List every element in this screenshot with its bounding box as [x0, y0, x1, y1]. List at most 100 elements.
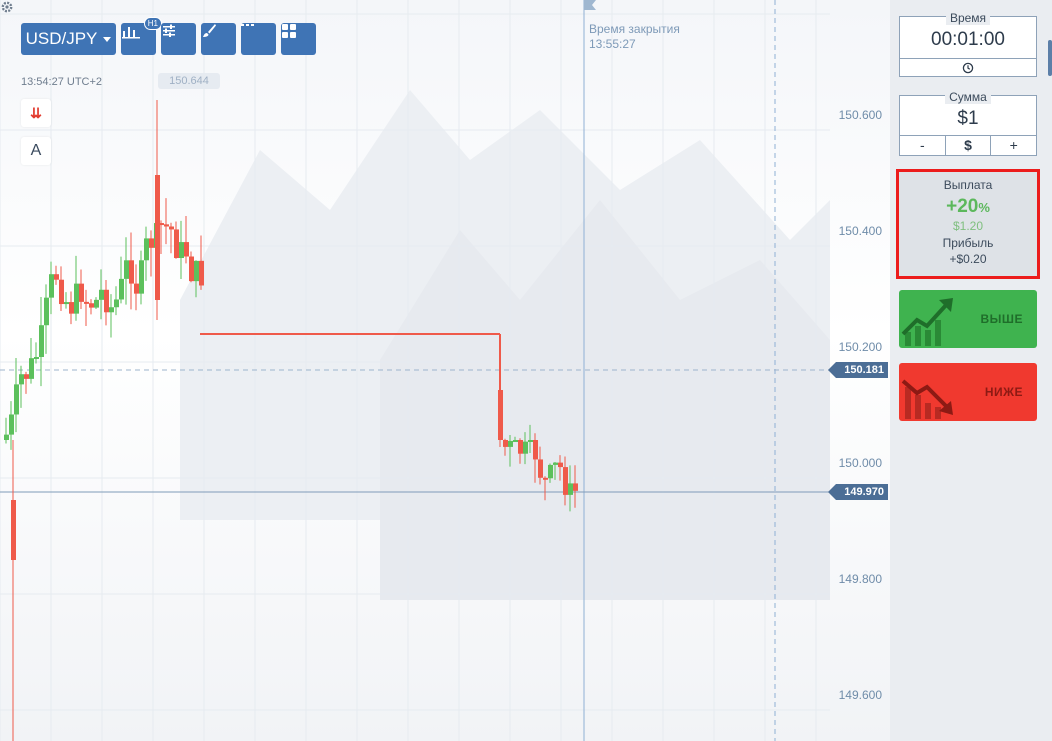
sliders-icon [163, 24, 175, 37]
text-tool-icon: A [30, 142, 42, 159]
candle-body [79, 283, 84, 302]
candle-body [174, 229, 179, 259]
profit-label: Прибыль [942, 236, 994, 250]
trading-app: USD/JPY H1 13:54:27 UTC+2 150.644 ⇊ A Вр… [0, 0, 1052, 741]
arrows-down-icon: ⇊ [30, 104, 42, 121]
price-level-label: 150.600 [838, 108, 882, 122]
price-level-label: 150.200 [838, 340, 882, 354]
lower-label: НИЖЕ [984, 385, 1023, 399]
layout-button[interactable] [281, 23, 316, 55]
candle-body [99, 289, 104, 300]
timeframe-badge: H1 [143, 17, 162, 30]
candle-body [109, 307, 114, 313]
brush-icon [203, 24, 216, 37]
candle-body [24, 374, 29, 379]
candle-body [149, 238, 154, 248]
candle-body [29, 358, 34, 379]
lower-button[interactable]: НИЖЕ [899, 363, 1037, 421]
candle-body [94, 299, 99, 308]
profit-value: +$0.20 [949, 252, 987, 266]
candle-body [11, 500, 16, 560]
candle-body [14, 384, 19, 415]
candle-body [548, 464, 553, 479]
trade-arrows-toggle[interactable]: ⇊ [21, 99, 51, 127]
price-chart[interactable]: USD/JPY H1 13:54:27 UTC+2 150.644 ⇊ A Вр… [0, 0, 890, 741]
higher-button[interactable]: ВЫШЕ [899, 290, 1037, 348]
payout-percent-value: +20 [946, 196, 979, 217]
drawing-tools-button[interactable] [201, 23, 236, 55]
close-time-title: Время закрытия [589, 22, 680, 36]
amount-label: Сумма [945, 90, 991, 104]
current-price-tag: 150.181 [828, 362, 888, 378]
timeframe-button[interactable]: H1 [121, 17, 162, 55]
payout-percent-sign: % [978, 200, 990, 215]
candle-body [508, 440, 513, 447]
crosshair-price-tag: 149.970 [828, 484, 888, 500]
grid-layout-icon [282, 24, 296, 38]
candle-body [164, 224, 169, 227]
amount-controls: - $ + [900, 135, 1036, 155]
line-style-button[interactable] [241, 23, 276, 55]
last-price-pill: 150.644 [158, 73, 220, 89]
candle-body [139, 260, 144, 294]
candle-body [169, 226, 174, 230]
price-level-label: 150.400 [838, 224, 882, 238]
amount-decrease-button[interactable]: - [900, 136, 946, 155]
candle-body [179, 242, 184, 259]
time-picker-button[interactable] [900, 58, 1036, 76]
price-level-label: 149.800 [838, 572, 882, 586]
amount-value[interactable]: $1 [900, 108, 1036, 130]
currency-pair-label: USD/JPY [25, 29, 98, 48]
expiry-time-box[interactable]: Время 00:01:00 [899, 11, 1037, 77]
chart-canvas[interactable] [0, 0, 890, 741]
candle-body [528, 440, 533, 442]
candle-body [114, 299, 119, 308]
amount-increase-button[interactable]: + [991, 136, 1036, 155]
close-time-value: 13:55:27 [589, 37, 636, 51]
candle-body [69, 302, 74, 314]
trade-panel: Время 00:01:00 Сумма $1 - $ + Выплата +2… [890, 0, 1052, 741]
candle-body [134, 283, 139, 294]
candle-body [74, 283, 79, 314]
candle-body [9, 414, 14, 435]
price-level-label: 149.600 [838, 688, 882, 702]
trend-down-icon [901, 379, 953, 419]
text-tool-button[interactable]: A [21, 137, 51, 165]
candle-body [19, 374, 24, 385]
dash-line-icon [241, 24, 254, 26]
close-time-label: Время закрытия 13:55:27 [589, 22, 680, 52]
candle-body [518, 440, 523, 454]
candle-body [513, 440, 518, 442]
candle-body [568, 483, 573, 495]
candle-body [54, 274, 59, 280]
candle-body [503, 440, 508, 447]
candle-body [498, 390, 503, 440]
candle-body [538, 459, 543, 478]
currency-switch-button[interactable]: $ [946, 136, 992, 155]
candle-body [543, 477, 548, 480]
expiry-time-value[interactable]: 00:01:00 [900, 29, 1036, 51]
currency-pair-button[interactable]: USD/JPY [21, 23, 116, 55]
close-time-flag [584, 0, 596, 10]
clock-icon [962, 62, 974, 73]
candle-body [89, 303, 94, 308]
panel-scrollbar[interactable] [1048, 40, 1052, 76]
indicators-button[interactable] [161, 23, 196, 55]
candle-body [119, 278, 124, 300]
amount-box[interactable]: Сумма $1 - $ + [899, 90, 1037, 156]
candle-body [44, 297, 49, 326]
gear-icon[interactable] [0, 0, 14, 14]
candle-body [129, 260, 134, 284]
trend-up-icon [901, 298, 953, 346]
candle-body [533, 440, 538, 460]
chevron-down-icon [103, 36, 112, 42]
candle-body [189, 256, 194, 282]
candle-body [553, 462, 558, 465]
higher-label: ВЫШЕ [980, 312, 1023, 326]
candle-body [184, 242, 189, 257]
candle-body [39, 325, 44, 358]
payout-amount: $1.20 [952, 219, 984, 233]
payout-box: Выплата +20% $1.20 Прибыль +$0.20 [896, 169, 1040, 279]
candle-body [4, 434, 9, 440]
expiry-time-label: Время [945, 11, 991, 25]
